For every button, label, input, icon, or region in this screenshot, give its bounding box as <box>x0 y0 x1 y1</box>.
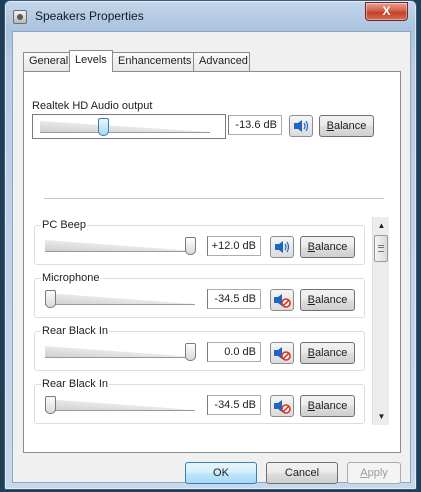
window-title: Speakers Properties <box>35 9 144 23</box>
speaker-icon <box>275 241 290 253</box>
channel-volume-slider[interactable] <box>45 235 196 257</box>
master-balance-button[interactable]: Balance <box>319 115 374 137</box>
slider-thumb[interactable] <box>185 343 196 361</box>
channel-rear-black-in-2: Rear Black In -34.5 dB Balance <box>34 377 365 424</box>
channel-pc-beep: PC Beep +12.0 dB Balance <box>34 218 365 265</box>
speakers-properties-window: Speakers Properties X General Levels Enh… <box>4 0 417 490</box>
channel-rear-black-in: Rear Black In 0.0 dB Balance <box>34 324 365 371</box>
channel-title: Rear Black In <box>41 324 110 338</box>
speaker-properties-icon <box>13 10 27 24</box>
speaker-icon <box>294 120 309 132</box>
channel-balance-button[interactable]: Balance <box>300 236 355 258</box>
channel-list-scrollbar[interactable]: ▲ ▼ <box>372 217 389 425</box>
channel-balance-button[interactable]: Balance <box>300 395 355 417</box>
master-volume-slider[interactable] <box>40 116 210 138</box>
scroll-thumb[interactable] <box>374 235 388 262</box>
tab-enhancements[interactable]: Enhancements <box>112 52 194 71</box>
ok-button[interactable]: OK <box>185 462 257 484</box>
channel-mute-button[interactable] <box>270 342 294 364</box>
apply-button[interactable]: Apply <box>347 462 401 484</box>
muted-speaker-icon <box>274 347 291 361</box>
channel-title: Rear Black In <box>41 377 110 391</box>
channel-balance-button[interactable]: Balance <box>300 289 355 311</box>
channel-balance-button[interactable]: Balance <box>300 342 355 364</box>
channel-title: PC Beep <box>41 218 88 232</box>
channel-db-value: -34.5 dB <box>207 289 261 309</box>
master-mute-button[interactable] <box>289 115 313 137</box>
master-output-title: Realtek HD Audio output <box>31 99 154 113</box>
master-db-value: -13.6 dB <box>228 115 282 135</box>
muted-speaker-icon <box>274 294 291 308</box>
scroll-down-arrow-icon[interactable]: ▼ <box>373 408 390 425</box>
title-bar[interactable]: Speakers Properties X <box>5 1 416 31</box>
channel-volume-slider[interactable] <box>45 288 195 310</box>
channel-db-value: +12.0 dB <box>207 236 261 256</box>
channel-db-value: 0.0 dB <box>207 342 261 362</box>
separator <box>44 198 384 199</box>
channel-mute-button[interactable] <box>270 395 294 417</box>
tab-levels[interactable]: Levels <box>69 50 113 72</box>
slider-thumb[interactable] <box>45 396 56 414</box>
master-output-group: Realtek HD Audio output -13.6 dB Balance <box>31 99 392 147</box>
tab-general[interactable]: General <box>23 52 70 71</box>
channel-mute-button[interactable] <box>270 236 294 258</box>
scroll-up-arrow-icon[interactable]: ▲ <box>373 217 390 234</box>
channel-volume-slider[interactable] <box>45 341 196 363</box>
slider-thumb[interactable] <box>98 118 109 136</box>
levels-panel: Realtek HD Audio output -13.6 dB Balance… <box>23 71 401 453</box>
tab-advanced[interactable]: Advanced <box>193 52 250 71</box>
channel-db-value: -34.5 dB <box>207 395 261 415</box>
slider-thumb[interactable] <box>45 290 56 308</box>
channel-microphone: Microphone -34.5 dB Balance <box>34 271 365 318</box>
cancel-button[interactable]: Cancel <box>266 462 338 484</box>
muted-speaker-icon <box>274 400 291 414</box>
close-button[interactable]: X <box>365 2 408 21</box>
channel-title: Microphone <box>41 271 101 285</box>
channel-volume-slider[interactable] <box>45 394 195 416</box>
channel-mute-button[interactable] <box>270 289 294 311</box>
dialog-body: General Levels Enhancements Advanced Rea… <box>12 31 411 484</box>
slider-thumb[interactable] <box>185 237 196 255</box>
